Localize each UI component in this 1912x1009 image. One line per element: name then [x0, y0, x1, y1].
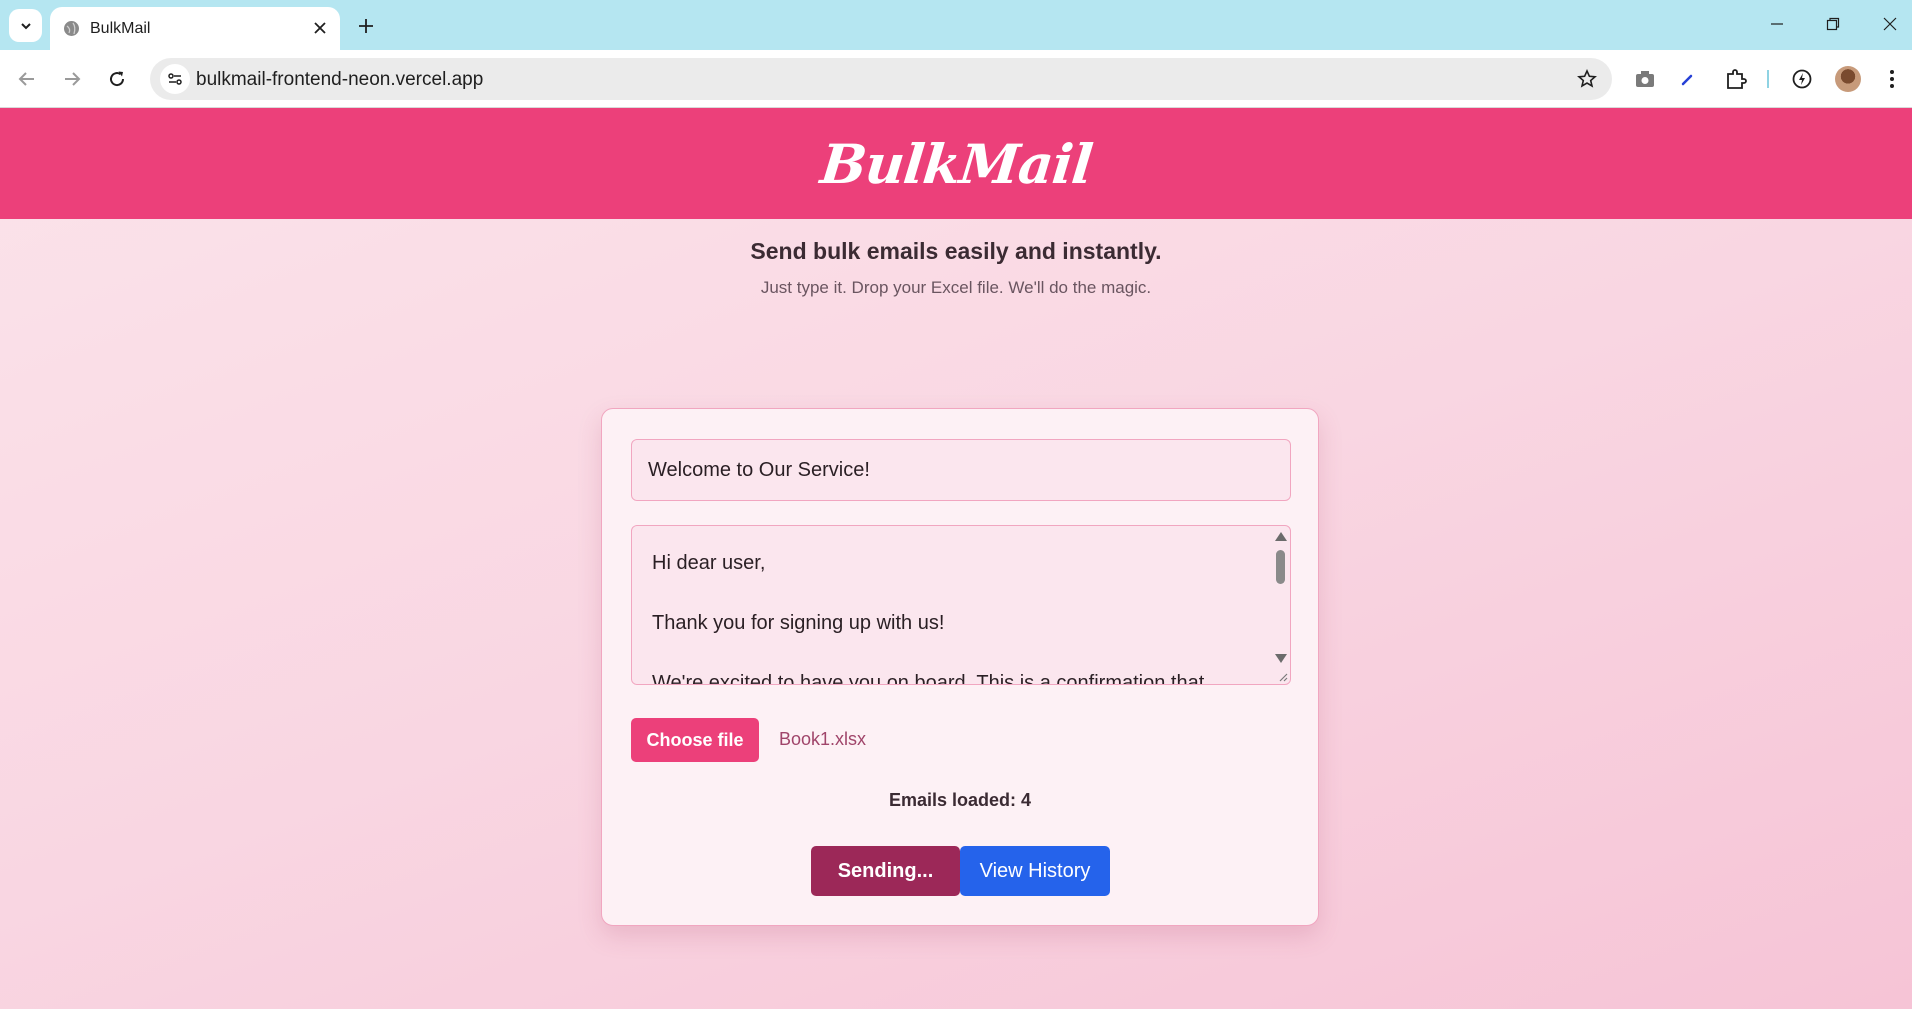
scroll-up-arrow-icon[interactable]: [1275, 532, 1287, 541]
minimize-icon[interactable]: [1762, 10, 1792, 38]
choose-file-button[interactable]: Choose file: [631, 718, 759, 762]
pen-icon[interactable]: [1672, 63, 1704, 95]
subject-input[interactable]: [631, 439, 1291, 501]
page-subtagline: Just type it. Drop your Excel file. We'l…: [760, 278, 1152, 297]
tab-search-button[interactable]: [9, 9, 42, 42]
close-tab-icon[interactable]: [310, 18, 330, 38]
address-bar[interactable]: bulkmail-frontend-neon.vercel.app: [150, 58, 1612, 100]
emails-loaded-count: Emails loaded: 4: [888, 790, 1032, 810]
browser-tab-strip: BulkMail: [0, 0, 1912, 50]
resize-handle-icon[interactable]: [1276, 670, 1288, 682]
bookmark-star-icon[interactable]: [1574, 66, 1600, 92]
view-history-button[interactable]: View History: [960, 846, 1110, 896]
globe-icon: [64, 21, 79, 36]
message-text: Hi dear user, Thank you for signing up w…: [652, 552, 1205, 685]
textarea-scrollbar[interactable]: [1272, 528, 1288, 682]
profile-avatar[interactable]: [1835, 66, 1861, 92]
reload-icon[interactable]: [101, 63, 133, 95]
email-form-card: Hi dear user, Thank you for signing up w…: [601, 408, 1319, 926]
toolbar-divider: [1767, 70, 1769, 88]
site-info-icon[interactable]: [160, 64, 190, 94]
performance-icon[interactable]: [1786, 63, 1818, 95]
selected-file-name: Book1.xlsx: [779, 729, 867, 749]
url-text: bulkmail-frontend-neon.vercel.app: [196, 69, 484, 90]
chevron-down-icon: [20, 22, 31, 29]
extensions-icon[interactable]: [1720, 63, 1752, 95]
scroll-down-arrow-icon[interactable]: [1275, 654, 1287, 663]
new-tab-icon[interactable]: [352, 12, 380, 40]
back-icon[interactable]: [11, 63, 43, 95]
close-window-icon[interactable]: [1875, 10, 1905, 38]
bulkmail-logo: BulkMail: [817, 131, 1095, 196]
message-textarea[interactable]: Hi dear user, Thank you for signing up w…: [631, 525, 1291, 685]
camera-icon[interactable]: [1629, 63, 1661, 95]
browser-tab[interactable]: BulkMail: [50, 7, 340, 50]
send-button[interactable]: Sending...: [811, 846, 960, 896]
forward-icon[interactable]: [56, 63, 88, 95]
more-menu-icon[interactable]: [1876, 63, 1908, 95]
tab-title: BulkMail: [90, 20, 151, 37]
app-header: BulkMail: [0, 108, 1912, 219]
browser-toolbar: bulkmail-frontend-neon.vercel.app: [0, 50, 1912, 108]
page-content: BulkMail Send bulk emails easily and ins…: [0, 108, 1912, 1009]
scrollbar-thumb[interactable]: [1276, 550, 1285, 584]
page-tagline: Send bulk emails easily and instantly.: [750, 238, 1162, 264]
restore-icon[interactable]: [1818, 10, 1848, 38]
